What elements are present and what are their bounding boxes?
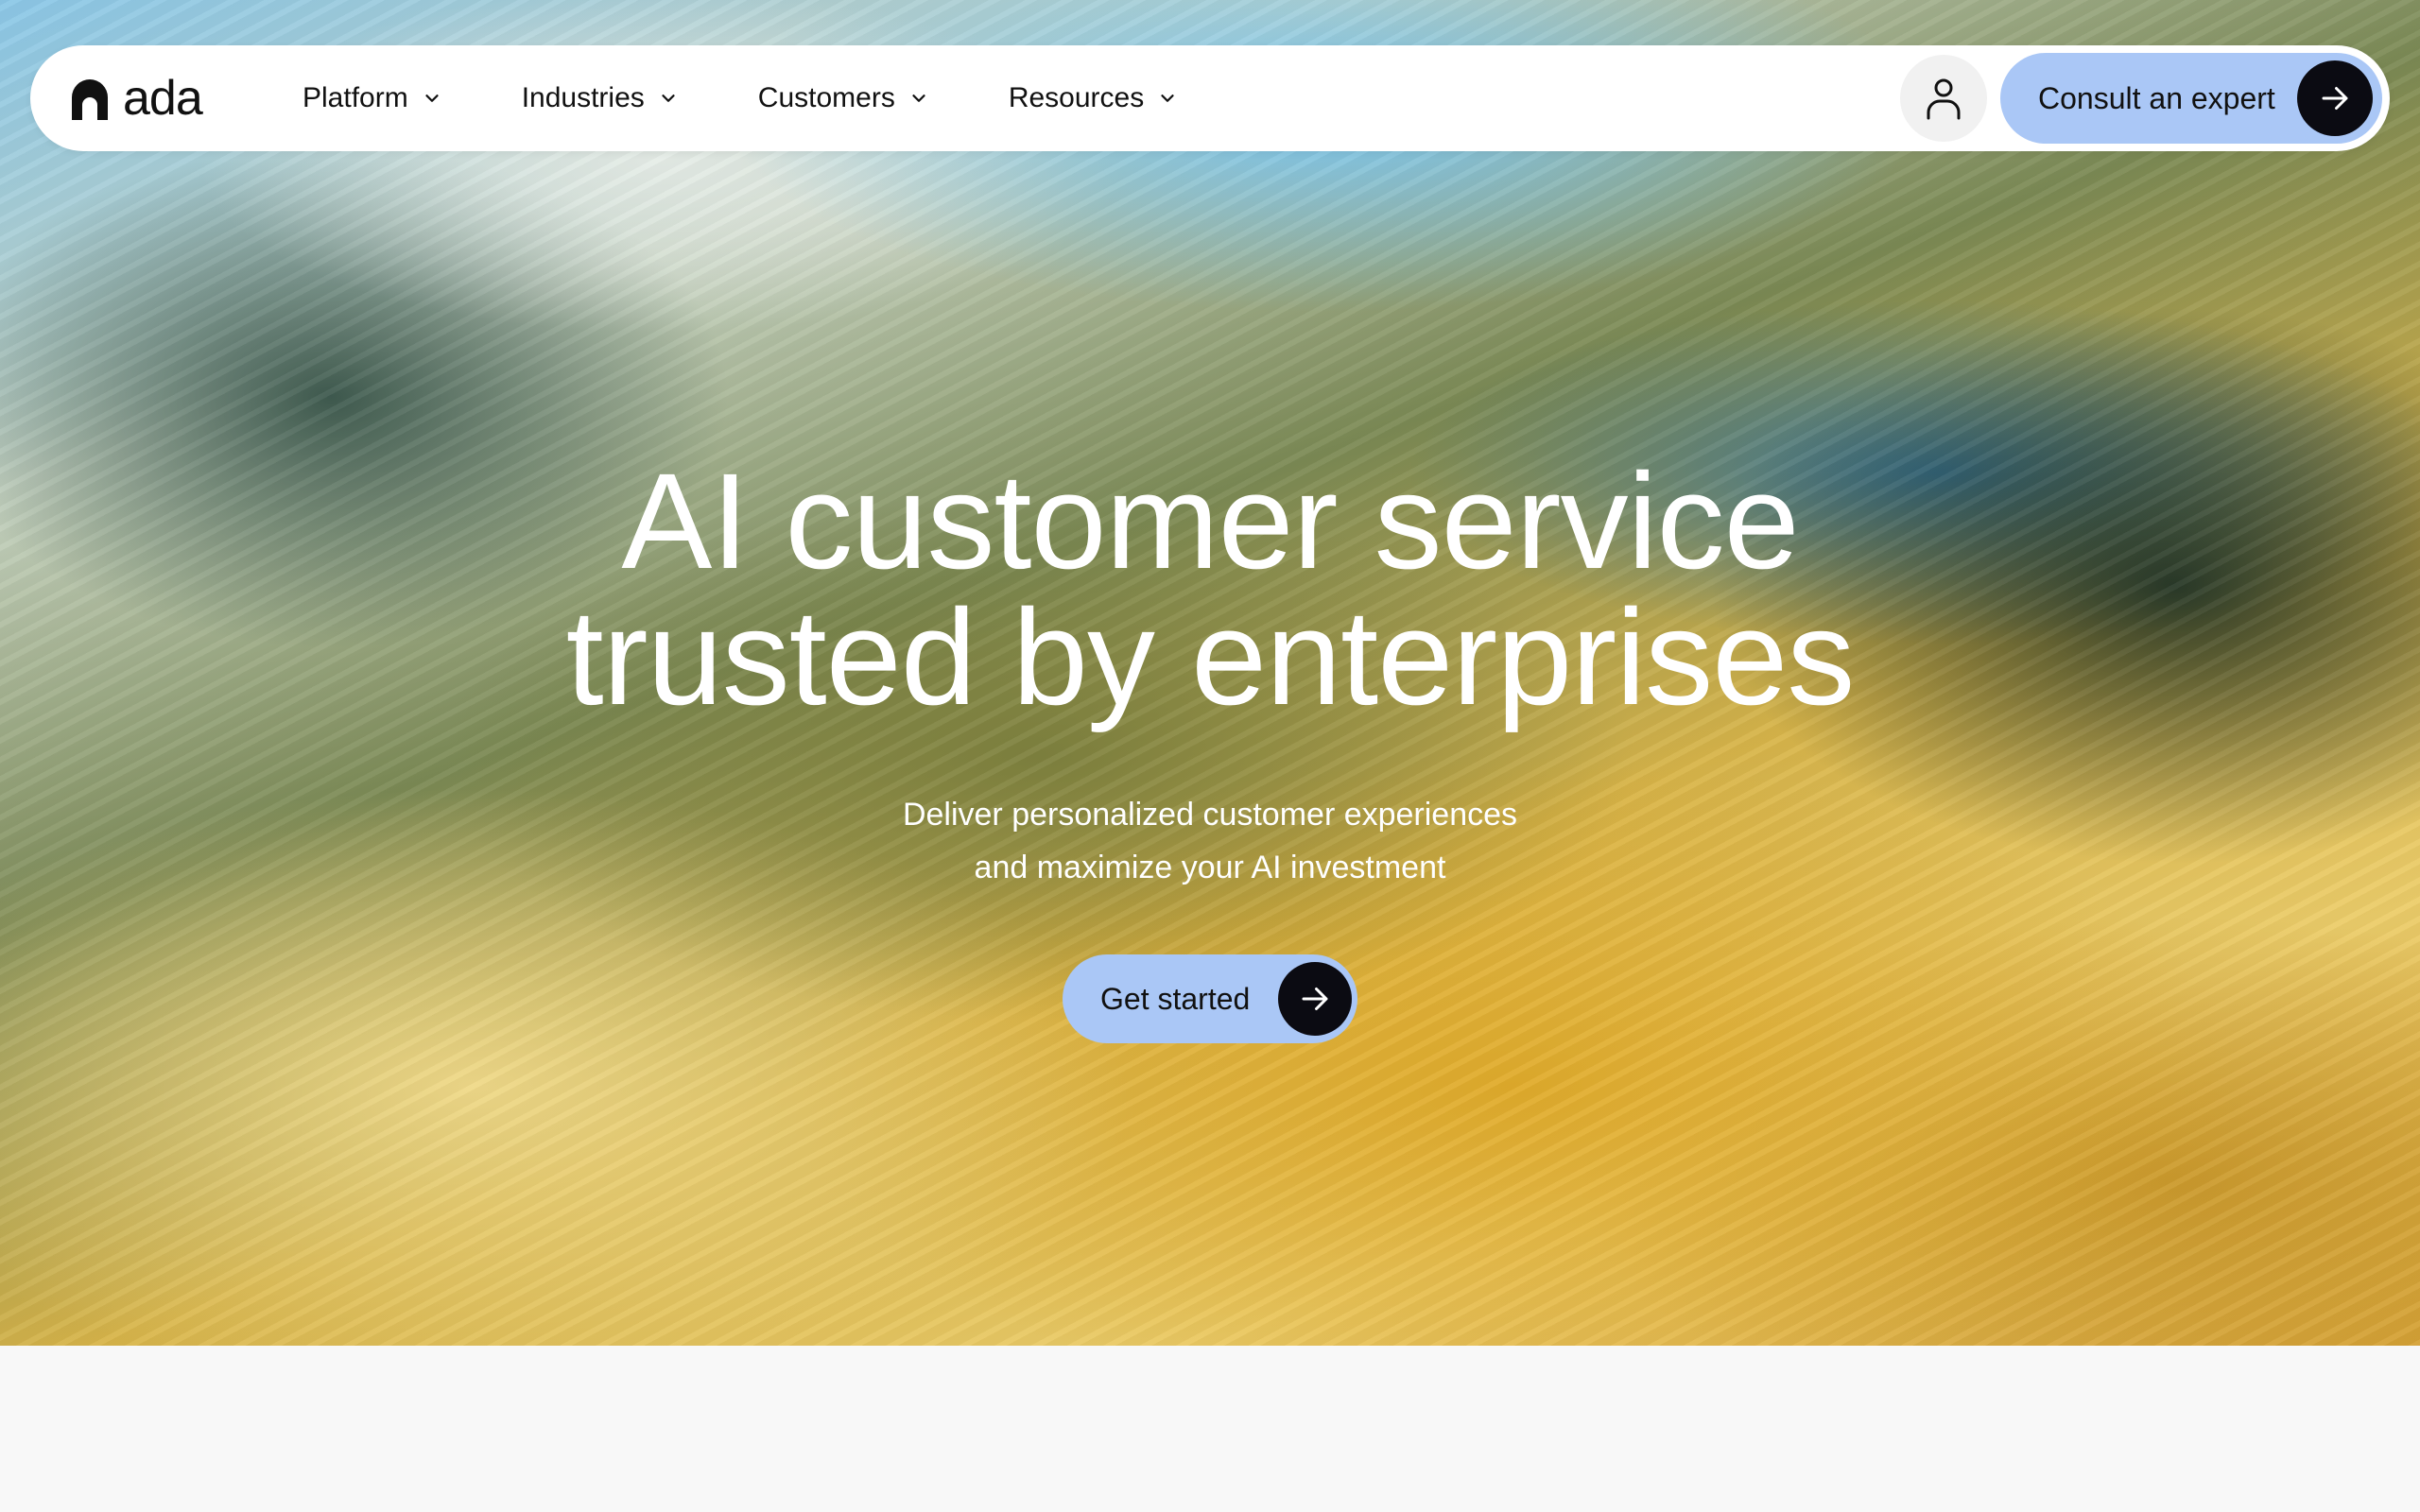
subheadline-line-2: and maximize your AI investment — [974, 850, 1446, 885]
ada-logo-text: ada — [123, 71, 203, 126]
hero-subheadline: Deliver personalized customer experience… — [737, 788, 1683, 894]
nav-item-label: Platform — [302, 82, 408, 113]
arrow-right-icon — [2297, 60, 2373, 136]
subheadline-line-1: Deliver personalized customer experience… — [902, 797, 1518, 833]
nav-item-customers[interactable]: Customers — [758, 82, 929, 114]
get-started-label: Get started — [1100, 981, 1251, 1016]
arrow-right-icon — [1278, 962, 1352, 1036]
top-navigation: ada Platform Industries Customers Resour… — [30, 45, 2390, 151]
chevron-down-icon — [912, 94, 925, 102]
headline-line-2: trusted by enterprises — [565, 581, 1856, 733]
nav-item-industries[interactable]: Industries — [522, 82, 679, 114]
get-started-button[interactable]: Get started — [1063, 954, 1357, 1043]
hero-headline: AI customer service trusted by enterpris… — [265, 454, 2155, 726]
ada-logo-icon — [72, 79, 108, 120]
consult-expert-label: Consult an expert — [2038, 80, 2275, 115]
account-button[interactable] — [1900, 55, 1987, 142]
below-hero-section — [0, 1346, 2420, 1512]
nav-item-label: Resources — [1008, 82, 1145, 113]
nav-item-platform[interactable]: Platform — [302, 82, 442, 114]
nav-item-label: Industries — [521, 82, 645, 113]
user-icon — [1927, 78, 1961, 120]
nav-item-resources[interactable]: Resources — [1009, 82, 1178, 114]
headline-line-1: AI customer service — [621, 445, 1799, 597]
chevron-down-icon — [425, 94, 439, 102]
hero-section: AI customer service trusted by enterpris… — [0, 0, 2420, 1346]
main-menu: Platform Industries Customers Resources — [302, 45, 1257, 151]
ada-logo[interactable]: ada — [68, 70, 203, 127]
chevron-down-icon — [662, 94, 675, 102]
nav-item-label: Customers — [757, 82, 895, 113]
chevron-down-icon — [1161, 94, 1174, 102]
consult-expert-button[interactable]: Consult an expert — [2000, 53, 2382, 144]
